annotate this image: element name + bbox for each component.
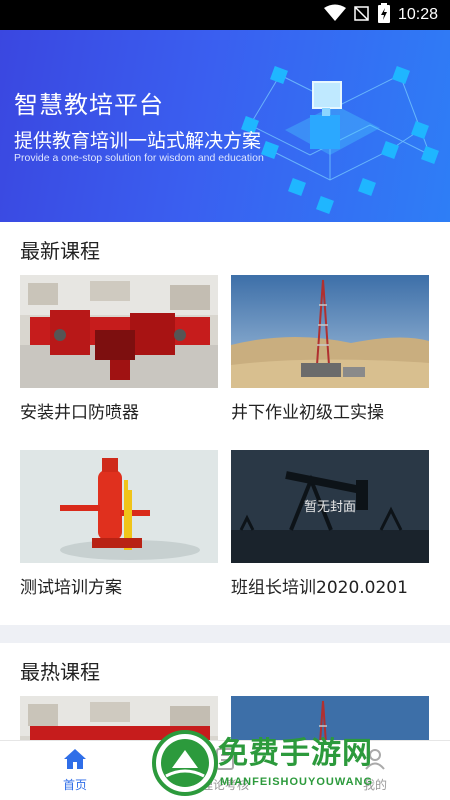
course-card[interactable]: 暂无封面 班组长培训2020.0201 — [231, 450, 429, 598]
banner-subtitle-en: Provide a one-stop solution for wisdom a… — [14, 152, 264, 164]
course-name: 安装井口防喷器 — [20, 403, 139, 423]
course-card[interactable]: 井下作业初级工实操 — [231, 275, 429, 423]
nav-exam-label: 理论考核 — [200, 778, 249, 792]
nav-home[interactable]: 首页 — [0, 741, 150, 800]
no-cover-label: 暂无封面 — [304, 500, 356, 515]
profile-icon — [364, 748, 386, 773]
course-card[interactable]: 安装井口防喷器 — [20, 275, 218, 423]
home-icon — [63, 748, 87, 773]
clock: 10:28 — [397, 6, 438, 23]
battery-charging-icon — [377, 3, 390, 27]
course-card[interactable] — [20, 696, 218, 740]
course-name: 测试培训方案 — [20, 578, 122, 598]
status-bar: 10:28 — [0, 0, 450, 30]
course-name: 井下作业初级工实操 — [231, 403, 384, 423]
banner-title: 智慧教培平台 — [14, 91, 164, 119]
section-divider — [0, 625, 450, 643]
bottom-nav: 首页 理论考核 我的 — [0, 740, 450, 800]
nav-exam[interactable]: 理论考核 — [150, 741, 300, 800]
nav-profile[interactable]: 我的 — [300, 741, 450, 800]
course-cover — [231, 696, 429, 740]
course-cover — [20, 450, 218, 563]
course-name: 班组长培训2020.0201 — [231, 578, 408, 598]
course-cover — [231, 275, 429, 388]
hero-banner[interactable]: 智慧教培平台 提供教育培训一站式解决方案 Provide a one-stop … — [0, 30, 450, 222]
app-screen: 10:28 智慧教培平台 提供教育培训一站式解决方案 Provide a one… — [0, 0, 450, 800]
nav-profile-label: 我的 — [362, 778, 387, 792]
no-signal-icon — [354, 4, 370, 26]
wifi-icon — [323, 4, 346, 26]
latest-courses-title: 最新课程 — [20, 239, 100, 263]
hot-courses-title: 最热课程 — [20, 660, 100, 684]
course-cover — [20, 275, 218, 388]
course-cover — [20, 696, 218, 740]
course-card[interactable]: 测试培训方案 — [20, 450, 218, 598]
exam-icon — [214, 748, 236, 773]
banner-subtitle: 提供教育培训一站式解决方案 — [14, 130, 262, 152]
nav-home-label: 首页 — [62, 778, 87, 792]
course-card[interactable] — [231, 696, 429, 740]
course-cover: 暂无封面 — [231, 450, 429, 563]
